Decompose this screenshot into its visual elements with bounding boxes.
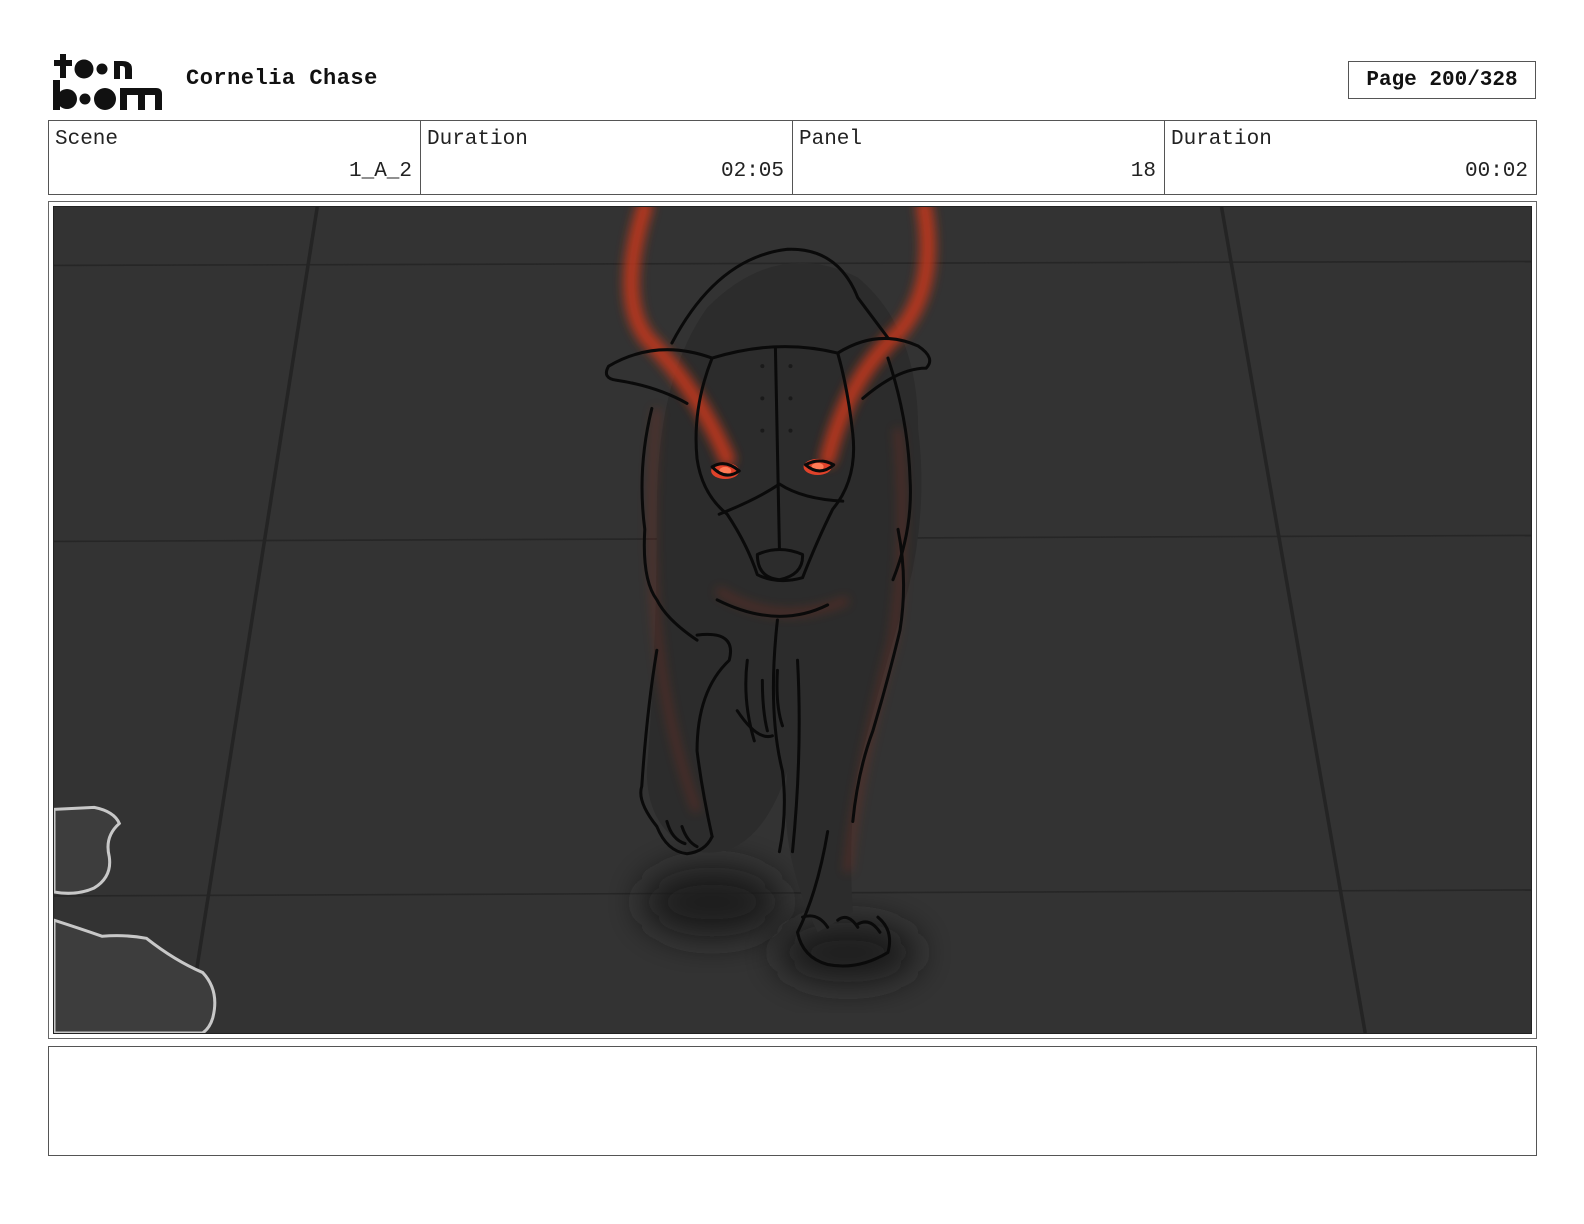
panel-duration-cell: Duration 00:02 [1165,121,1536,194]
project-title: Cornelia Chase [186,66,378,91]
panel-value: 18 [1130,160,1156,183]
scene-duration-cell: Duration 02:05 [421,121,793,194]
page-indicator: Page 200/328 [1348,61,1536,99]
scene-info-table: Scene 1_A_2 Duration 02:05 Panel 18 Dura… [48,120,1537,195]
scene-duration-label: Duration [427,128,528,151]
scene-duration-value: 02:05 [720,160,784,183]
storyboard-frame [48,201,1537,1039]
toonboom-logo-icon [52,50,164,112]
scene-cell: Scene 1_A_2 [49,121,421,194]
panel-notes-box [48,1046,1537,1156]
panel-label: Panel [799,128,863,151]
scene-value: 1_A_2 [348,160,412,183]
panel-duration-value: 00:02 [1464,160,1528,183]
panel-cell: Panel 18 [793,121,1165,194]
scene-label: Scene [55,128,119,151]
storyboard-panel-drawing [53,206,1532,1034]
panel-duration-label: Duration [1171,128,1272,151]
